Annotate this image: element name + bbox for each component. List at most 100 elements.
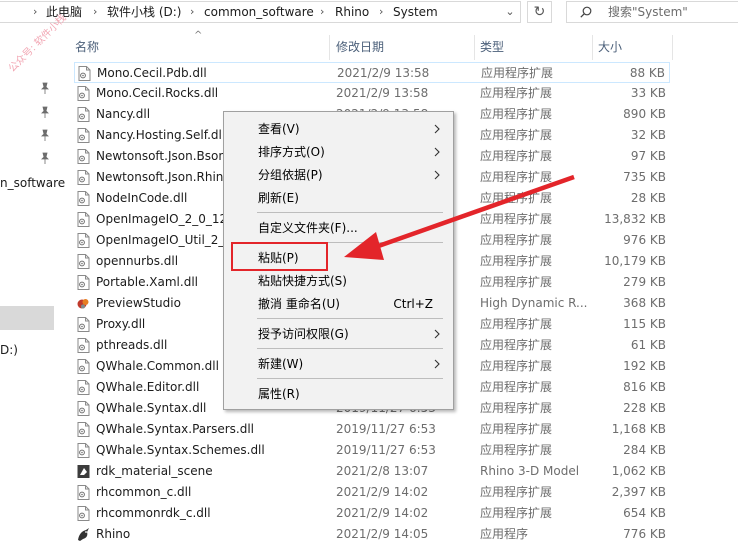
dll-file-icon <box>77 485 90 500</box>
column-divider[interactable] <box>329 35 330 60</box>
file-type: 应用程序扩展 <box>480 338 553 352</box>
file-size: 10,179 KB <box>604 254 666 268</box>
file-type: 应用程序扩展 <box>480 191 553 205</box>
search-placeholder: 搜索"System" <box>608 5 688 19</box>
dll-file-icon <box>77 128 90 143</box>
dll-file-icon <box>77 149 90 164</box>
dll-file-icon <box>77 191 90 206</box>
submenu-arrow-icon <box>434 329 440 339</box>
menu-item-give-access[interactable]: 授予访问权限(G) <box>226 323 451 345</box>
column-header-size[interactable]: 大小 <box>598 35 622 60</box>
menu-item-label: 查看(V) <box>258 122 300 136</box>
dll-file-icon <box>77 401 90 416</box>
menu-item-view[interactable]: 查看(V) <box>226 118 451 140</box>
file-name: Newtonsoft.Json.Bson <box>96 149 226 163</box>
nav-item-drive-d[interactable]: D:) <box>0 343 18 357</box>
pin-icon[interactable] <box>40 106 50 118</box>
file-type: 应用程序扩展 <box>480 233 553 247</box>
file-type: 应用程序扩展 <box>480 422 553 436</box>
file-name: QWhale.Syntax.dll <box>96 401 207 415</box>
column-header-name[interactable]: 名称 <box>75 35 99 60</box>
file-name: Portable.Xaml.dll <box>96 275 198 289</box>
file-row[interactable]: QWhale.Syntax.Schemes.dll 2019/11/27 6:53… <box>74 440 670 461</box>
file-type: 应用程序扩展 <box>480 107 553 121</box>
file-row[interactable]: Rhino 2021/2/9 14:05 应用程序 776 KB <box>74 524 670 545</box>
dll-file-icon <box>77 212 90 227</box>
menu-item-refresh[interactable]: 刷新(E) <box>226 187 451 209</box>
column-header-date[interactable]: 修改日期 <box>336 35 384 60</box>
dll-file-icon <box>77 506 90 521</box>
breadcrumb-chevron-icon[interactable]: › <box>320 2 324 22</box>
file-name: rhcommonrdk_c.dll <box>96 506 211 520</box>
column-header-type[interactable]: 类型 <box>480 35 504 60</box>
file-row[interactable]: Mono.Cecil.Rocks.dll 2021/2/9 13:58 应用程序扩展… <box>74 83 670 104</box>
nav-item-selected[interactable] <box>0 306 54 330</box>
file-name: QWhale.Syntax.Schemes.dll <box>96 443 265 457</box>
nav-item-common-software[interactable]: n_software <box>0 176 65 190</box>
breadcrumb-chevron-icon[interactable]: › <box>190 2 194 22</box>
file-date: 2021/2/9 14:02 <box>336 506 429 520</box>
column-divider[interactable] <box>592 35 593 60</box>
file-type: 应用程序扩展 <box>480 86 553 100</box>
breadcrumb-chevron-icon[interactable]: › <box>33 2 37 22</box>
submenu-arrow-icon <box>434 124 440 134</box>
file-size: 88 KB <box>629 66 665 80</box>
file-type: 应用程序扩展 <box>480 128 553 142</box>
breadcrumb-chevron-icon[interactable]: › <box>379 2 383 22</box>
file-size: 279 KB <box>623 275 666 289</box>
breadcrumb-rhino[interactable]: Rhino <box>335 2 369 22</box>
refresh-button[interactable]: ↻ <box>527 1 552 23</box>
menu-separator <box>257 318 443 319</box>
file-size: 1,168 KB <box>611 422 666 436</box>
file-name: QWhale.Syntax.Parsers.dll <box>96 422 255 436</box>
file-type: Rhino 3-D Model <box>480 464 580 478</box>
file-size: 2,397 KB <box>611 485 666 499</box>
file-size: 28 KB <box>630 191 666 205</box>
dll-file-icon <box>77 233 90 248</box>
breadcrumb-chevron-icon[interactable]: › <box>93 2 97 22</box>
menu-separator <box>257 212 443 213</box>
pin-icon[interactable] <box>40 152 50 164</box>
file-row[interactable]: QWhale.Syntax.Parsers.dll 2019/11/27 6:53… <box>74 419 670 440</box>
file-name: Nancy.dll <box>96 107 151 121</box>
file-size: 228 KB <box>623 401 666 415</box>
file-row[interactable]: rdk_material_scene 2021/2/8 13:07 Rhino 3-… <box>74 461 670 482</box>
menu-item-customize-folder[interactable]: 自定义文件夹(F)... <box>226 217 451 239</box>
file-row[interactable]: rhcommonrdk_c.dll 2021/2/9 14:02 应用程序扩展 654… <box>74 503 670 524</box>
file-size: 1,062 KB <box>611 464 666 478</box>
file-size: 654 KB <box>623 506 666 520</box>
menu-item-sort-by[interactable]: 排序方式(O) <box>226 141 451 163</box>
file-name: rhcommon_c.dll <box>96 485 192 499</box>
sort-ascending-icon: ^ <box>194 30 203 41</box>
menu-item-properties[interactable]: 属性(R) <box>226 383 451 405</box>
menu-item-label: 自定义文件夹(F)... <box>258 221 358 235</box>
file-type: 应用程序扩展 <box>480 443 553 457</box>
breadcrumb-drive-d[interactable]: 软件小栈 (D:) <box>107 2 181 22</box>
file-size: 33 KB <box>630 86 666 100</box>
breadcrumb-system[interactable]: System <box>393 2 438 22</box>
file-name: Mono.Cecil.Pdb.dll <box>97 66 207 80</box>
menu-item-paste-shortcut[interactable]: 粘贴快捷方式(S) <box>226 270 451 292</box>
file-name: Nancy.Hosting.Self.dll <box>96 128 226 142</box>
file-size: 776 KB <box>623 527 666 541</box>
file-name: OpenImageIO_2_0_12 <box>96 212 228 226</box>
file-row[interactable]: rhcommon_c.dll 2021/2/9 14:02 应用程序扩展 2,397 … <box>74 482 670 503</box>
file-type: 应用程序 <box>480 527 529 541</box>
pin-icon[interactable] <box>40 82 50 94</box>
menu-item-label: 属性(R) <box>258 387 300 401</box>
address-history-chevron-icon[interactable]: ⌄ <box>500 2 520 22</box>
dll-file-icon <box>77 317 90 332</box>
menu-item-undo-rename[interactable]: 撤消 重命名(U) Ctrl+Z <box>226 293 451 315</box>
file-type: High Dynamic R... <box>480 296 588 310</box>
address-bar[interactable]: › 此电脑 › 软件小栈 (D:) › common_software › Rh… <box>0 1 521 23</box>
breadcrumb-common-software[interactable]: common_software <box>204 2 314 22</box>
menu-item-new[interactable]: 新建(W) <box>226 353 451 375</box>
file-row[interactable]: Mono.Cecil.Pdb.dll 2021/2/9 13:58 应用程序扩展 88… <box>74 62 670 83</box>
column-divider[interactable] <box>672 35 673 60</box>
pin-icon[interactable] <box>40 129 50 141</box>
column-divider[interactable] <box>474 35 475 60</box>
file-date: 2021/2/9 13:58 <box>337 66 430 80</box>
dll-file-icon <box>77 107 90 122</box>
search-box[interactable]: 搜索"System" <box>566 1 738 23</box>
menu-item-group-by[interactable]: 分组依据(P) <box>226 164 451 186</box>
